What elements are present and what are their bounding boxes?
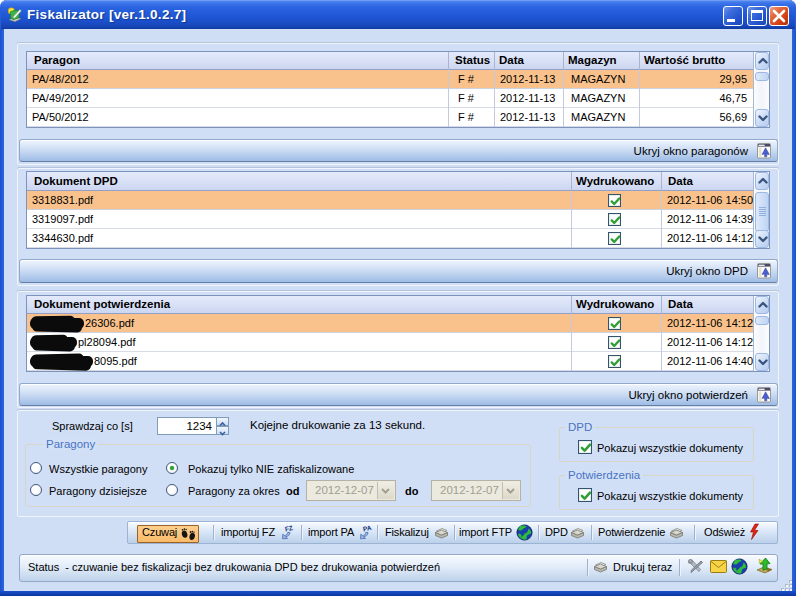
svg-text:PA: PA	[362, 524, 372, 533]
svg-text:FZ: FZ	[284, 524, 293, 533]
